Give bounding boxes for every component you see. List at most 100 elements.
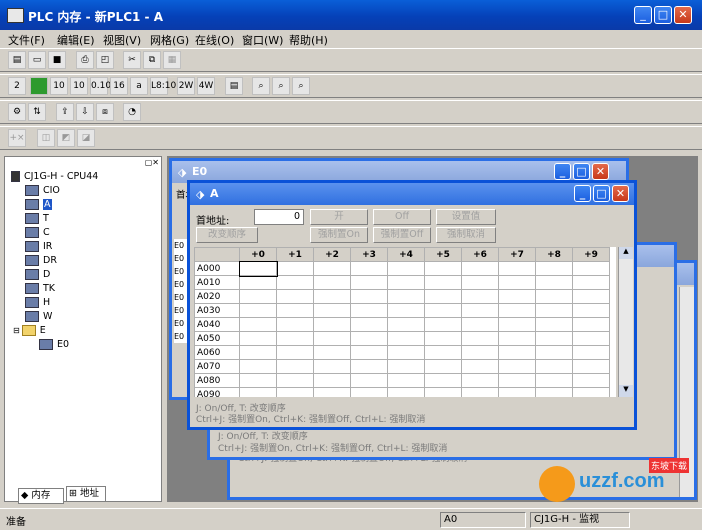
- e0-maximize-button[interactable]: □: [573, 163, 590, 180]
- memory-cell[interactable]: [535, 331, 573, 346]
- memory-cell[interactable]: [498, 317, 536, 332]
- memory-cell[interactable]: [572, 387, 610, 397]
- memory-cell[interactable]: [572, 261, 610, 276]
- four-word-button[interactable]: 4W: [197, 77, 215, 95]
- a-vertical-scrollbar[interactable]: ▲ ▼: [618, 247, 633, 397]
- memory-cell[interactable]: [350, 373, 388, 388]
- memory-cell[interactable]: [535, 359, 573, 374]
- memory-cell[interactable]: [350, 261, 388, 276]
- force-on-icon[interactable]: ◫: [37, 129, 55, 147]
- memory-cell[interactable]: [350, 331, 388, 346]
- memory-cell[interactable]: [350, 289, 388, 304]
- memory-cell[interactable]: [350, 359, 388, 374]
- memory-cell[interactable]: [498, 373, 536, 388]
- memory-cell[interactable]: [424, 373, 462, 388]
- format-dec-button[interactable]: 10: [50, 77, 68, 95]
- memory-cell[interactable]: [461, 303, 499, 318]
- memory-cell[interactable]: [498, 289, 536, 304]
- tree-item-a[interactable]: A: [25, 199, 52, 210]
- tab-address[interactable]: ⊞ 地址: [66, 486, 106, 502]
- tree-folder-e[interactable]: ⊟ E: [13, 325, 46, 336]
- memory-cell[interactable]: [313, 387, 351, 397]
- memory-cell[interactable]: [535, 261, 573, 276]
- memory-cell[interactable]: [572, 359, 610, 374]
- monitor-icon[interactable]: ⚙: [8, 103, 26, 121]
- memory-cell[interactable]: [313, 289, 351, 304]
- memory-cell[interactable]: [461, 261, 499, 276]
- tree-item-h[interactable]: H: [25, 297, 50, 308]
- memory-cell[interactable]: [424, 331, 462, 346]
- e0-minimize-button[interactable]: _: [554, 163, 571, 180]
- memory-window-a[interactable]: ⬗ A _ □ ✕ 首地址: 0 开 Off 设置值 改变顺序 强制置On 强制…: [187, 180, 637, 430]
- memory-cell[interactable]: [461, 373, 499, 388]
- tab-memory[interactable]: ◆ 内存: [18, 488, 64, 504]
- scroll-up-icon[interactable]: ▲: [619, 247, 633, 259]
- memory-cell[interactable]: [498, 331, 536, 346]
- tree-item-dr[interactable]: DR: [25, 255, 57, 266]
- scroll-down-icon[interactable]: ▼: [619, 385, 633, 397]
- off-button[interactable]: Off: [373, 209, 431, 225]
- menu-help[interactable]: 帮助(H): [289, 32, 328, 48]
- copy-icon[interactable]: ⧉: [143, 51, 161, 69]
- close-button[interactable]: ✕: [674, 6, 692, 24]
- memory-cell[interactable]: [535, 345, 573, 360]
- memory-cell[interactable]: [350, 387, 388, 397]
- memory-cell[interactable]: [461, 317, 499, 332]
- memory-cell[interactable]: [535, 373, 573, 388]
- menu-online[interactable]: 在线(O): [195, 32, 234, 48]
- save-icon[interactable]: ■: [48, 51, 66, 69]
- tree-item-cio[interactable]: CIO: [25, 185, 60, 196]
- memory-cell[interactable]: [498, 303, 536, 318]
- memory-cell[interactable]: [424, 275, 462, 290]
- memory-cell[interactable]: [572, 303, 610, 318]
- memory-cell[interactable]: [461, 387, 499, 397]
- on-button[interactable]: 开: [310, 209, 368, 225]
- clock-icon[interactable]: ◔: [123, 103, 141, 121]
- memory-cell[interactable]: [498, 387, 536, 397]
- memory-cell[interactable]: [535, 303, 573, 318]
- memory-cell[interactable]: [313, 345, 351, 360]
- memory-cell[interactable]: [572, 345, 610, 360]
- memory-cell[interactable]: [498, 275, 536, 290]
- memory-cell[interactable]: [461, 331, 499, 346]
- memory-cell[interactable]: [535, 275, 573, 290]
- menu-window[interactable]: 窗口(W): [242, 32, 283, 48]
- memory-cell[interactable]: [424, 345, 462, 360]
- memory-cell[interactable]: [313, 261, 351, 276]
- memory-cell[interactable]: [276, 317, 314, 332]
- memory-cell[interactable]: [238, 260, 278, 277]
- two-word-button[interactable]: 2W: [177, 77, 195, 95]
- memory-cell[interactable]: [239, 345, 277, 360]
- menu-view[interactable]: 视图(V): [103, 32, 141, 48]
- a-maximize-button[interactable]: □: [593, 185, 610, 202]
- open-icon[interactable]: ▭: [28, 51, 46, 69]
- memory-cell[interactable]: [535, 289, 573, 304]
- memory-cell[interactable]: [239, 289, 277, 304]
- memory-cell[interactable]: [350, 345, 388, 360]
- format-ascii-button[interactable]: a: [130, 77, 148, 95]
- memory-cell[interactable]: [239, 275, 277, 290]
- force-off-icon[interactable]: ◩: [57, 129, 75, 147]
- tree-item-e0[interactable]: E0: [39, 339, 69, 350]
- memory-cell[interactable]: [387, 359, 425, 374]
- memory-cell[interactable]: [239, 331, 277, 346]
- print-icon[interactable]: ⎙: [76, 51, 94, 69]
- memory-cell[interactable]: [239, 373, 277, 388]
- memory-cell[interactable]: [276, 359, 314, 374]
- compare-icon[interactable]: ⧈: [96, 103, 114, 121]
- download-icon[interactable]: ⇩: [76, 103, 94, 121]
- memory-cell[interactable]: [350, 317, 388, 332]
- a-close-button[interactable]: ✕: [612, 185, 629, 202]
- e0-close-button[interactable]: ✕: [592, 163, 609, 180]
- memory-cell[interactable]: [276, 345, 314, 360]
- tree-item-w[interactable]: W: [25, 311, 52, 322]
- format-binary-button[interactable]: 2: [8, 77, 26, 95]
- menu-edit[interactable]: 编辑(E): [57, 32, 95, 48]
- memory-cell[interactable]: [276, 303, 314, 318]
- memory-cell[interactable]: [387, 303, 425, 318]
- memory-cell[interactable]: [424, 261, 462, 276]
- memory-cell[interactable]: [239, 359, 277, 374]
- memory-cell[interactable]: [239, 387, 277, 397]
- memory-cell[interactable]: [276, 373, 314, 388]
- memory-cell[interactable]: [387, 331, 425, 346]
